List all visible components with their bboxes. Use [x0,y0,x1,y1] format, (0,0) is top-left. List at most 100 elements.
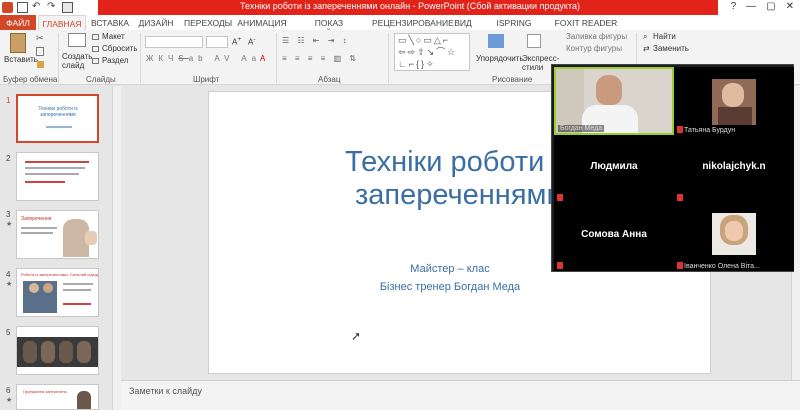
tab-slide-show[interactable]: ПОКАЗ СЛАЙДОВ [294,15,364,38]
replace-button[interactable]: Заменить [653,44,689,53]
animation-star-icon: ★ [6,281,13,288]
section-icon [92,58,99,64]
tab-animations[interactable]: АНИМАЦИЯ [236,15,288,30]
thumbnail-title: Групування заперечень [23,389,67,394]
mic-muted-icon [677,194,683,201]
participant-name: nikolajchyk.n [702,161,766,172]
find-icon: ⌕ [643,32,648,41]
slide-title[interactable]: Техніки роботи запереченнями [345,146,563,212]
layout-icon [92,34,99,40]
participant-tile-speaker[interactable]: Богдан Меда [554,67,674,135]
reset-button[interactable]: Сбросить [102,44,138,53]
powerpoint-window: ↶ ↷ Техніки роботи із запереченнями онла… [0,0,800,410]
notes-pane[interactable]: Заметки к слайду [121,380,800,410]
save-icon[interactable] [17,2,28,13]
copy-icon[interactable] [36,47,44,56]
participant-tile[interactable]: Людмила [554,135,674,203]
tab-review[interactable]: РЕЦЕНЗИРОВАНИЕ [372,15,454,30]
maximize-button[interactable]: ▢ [766,1,775,12]
tab-file[interactable]: ФАЙЛ [0,15,36,30]
paste-button[interactable]: Вставить [4,55,38,64]
slide-title-line-1: Техніки роботи [345,146,545,178]
participant-tile[interactable]: Іванченко Олена Віта... [674,203,794,271]
slide-number: 4 [6,270,11,279]
help-button[interactable]: ? [731,1,737,12]
slide-thumbnail-5[interactable] [16,326,99,375]
font-format-icons[interactable]: ЖКЧSab AV Aa [146,54,261,63]
slide-thumbnail-6[interactable]: Групування заперечень [16,384,99,410]
minimize-button[interactable]: — [746,1,756,12]
drawing-group-label: Рисование [492,75,533,84]
list-icons[interactable]: ☰ ☷ ⇤ ⇥ ↕ [282,36,350,45]
format-painter-icon[interactable] [37,61,44,68]
paragraph-group-label: Абзац [318,75,341,84]
participant-tile[interactable]: Татьяна Бурдун [674,67,794,135]
slide-number: 2 [6,154,11,163]
thumbnail-title: Робота із запереченнями. Сильний підхід [21,272,98,277]
slide-number: 6 [6,386,11,395]
tab-home[interactable]: ГЛАВНАЯ [38,15,86,30]
slide-number: 3 [6,210,11,219]
undo-icon[interactable]: ↶ [32,2,43,13]
video-call-window: Богдан Меда Татьяна Бурдун Людмила nikol… [551,64,794,272]
reset-icon [92,46,99,52]
shapes-gallery[interactable]: ▭╲○▭△⌐ ⇦⇨⇧↘⌒☆ ∟⌐{}✧ [394,33,470,71]
tab-design[interactable]: ДИЗАЙН [136,15,176,30]
participant-name: Богдан Меда [558,125,605,132]
slide-number: 5 [6,328,11,337]
animation-star-icon: ★ [6,221,13,228]
font-size-select[interactable] [206,36,228,48]
shape-outline-button[interactable]: Контур фигуры [566,44,622,53]
font-group-label: Шрифт [193,75,220,84]
redo-icon[interactable]: ↷ [47,2,58,13]
paste-icon[interactable] [10,33,26,53]
find-button[interactable]: Найти [653,32,676,41]
shape-fill-button[interactable]: Заливка фигуры [566,32,627,41]
close-button[interactable]: ✕ [786,1,794,12]
tab-transitions[interactable]: ПЕРЕХОДЫ [184,15,232,30]
increase-font-icon[interactable]: A+ [232,36,241,47]
separator [276,33,277,83]
tab-insert[interactable]: ВСТАВКА [90,15,130,30]
tab-view[interactable]: ВИД [452,15,474,30]
slide-thumbnail-3[interactable]: Заперечення [16,210,99,259]
slide-subtitle[interactable]: Майстер – клас Бізнес тренер Богдан Меда [320,260,580,296]
window-title: Техніки роботи із запереченнями онлайн -… [240,1,580,11]
separator [140,33,141,83]
mic-muted-icon [677,262,683,269]
font-family-select[interactable] [145,36,203,48]
thumbnail-scrollbar[interactable] [112,86,121,410]
arrange-button[interactable]: Упорядочить [476,54,524,63]
clipboard-group-label: Буфер обмена [3,75,58,84]
align-icons[interactable]: ≡ ≡ ≡ ≡ ▥ ⇅ [282,54,359,63]
mic-muted-icon [557,262,563,269]
animation-star-icon: ★ [6,397,13,404]
layout-button[interactable]: Макет [102,32,125,41]
thumbnail-title: Техніки роботи із запереченнями [38,106,78,118]
new-slide-button[interactable]: Создать слайд [62,52,92,70]
tab-foxit[interactable]: FOXIT READER PDF [552,15,620,38]
slide-thumbnail-1[interactable]: Техніки роботи із запереченнями [16,94,99,143]
participant-tile[interactable]: Сомова Анна [554,203,674,271]
quick-styles-icon[interactable] [527,34,541,48]
present-icon[interactable] [62,2,73,13]
powerpoint-logo-icon [2,2,13,13]
participant-name: Людмила [590,161,638,172]
section-button[interactable]: Раздел [102,56,128,65]
notes-placeholder: Заметки к слайду [129,386,202,396]
title-bar: ↶ ↷ Техніки роботи із запереченнями онла… [0,0,800,15]
tab-ispring[interactable]: ISPRING SUITE 7 [484,15,544,38]
slide-subtitle-line-1: Майстер – клас [410,263,490,275]
participant-name: Татьяна Бурдун [684,127,736,134]
arrange-icon[interactable] [488,34,504,48]
font-color-icon[interactable]: A [260,54,265,63]
new-slide-icon[interactable] [68,33,86,47]
mouse-cursor-icon: ➚ [351,329,362,343]
slide-thumbnail-2[interactable] [16,152,99,201]
cut-icon[interactable]: ✂ [36,33,44,44]
slide-thumbnail-4[interactable]: Робота із запереченнями. Сильний підхід [16,268,99,317]
participant-tile[interactable]: nikolajchyk.n [674,135,794,203]
separator [58,33,59,83]
mic-muted-icon [677,126,683,133]
decrease-font-icon[interactable]: A- [248,36,256,47]
